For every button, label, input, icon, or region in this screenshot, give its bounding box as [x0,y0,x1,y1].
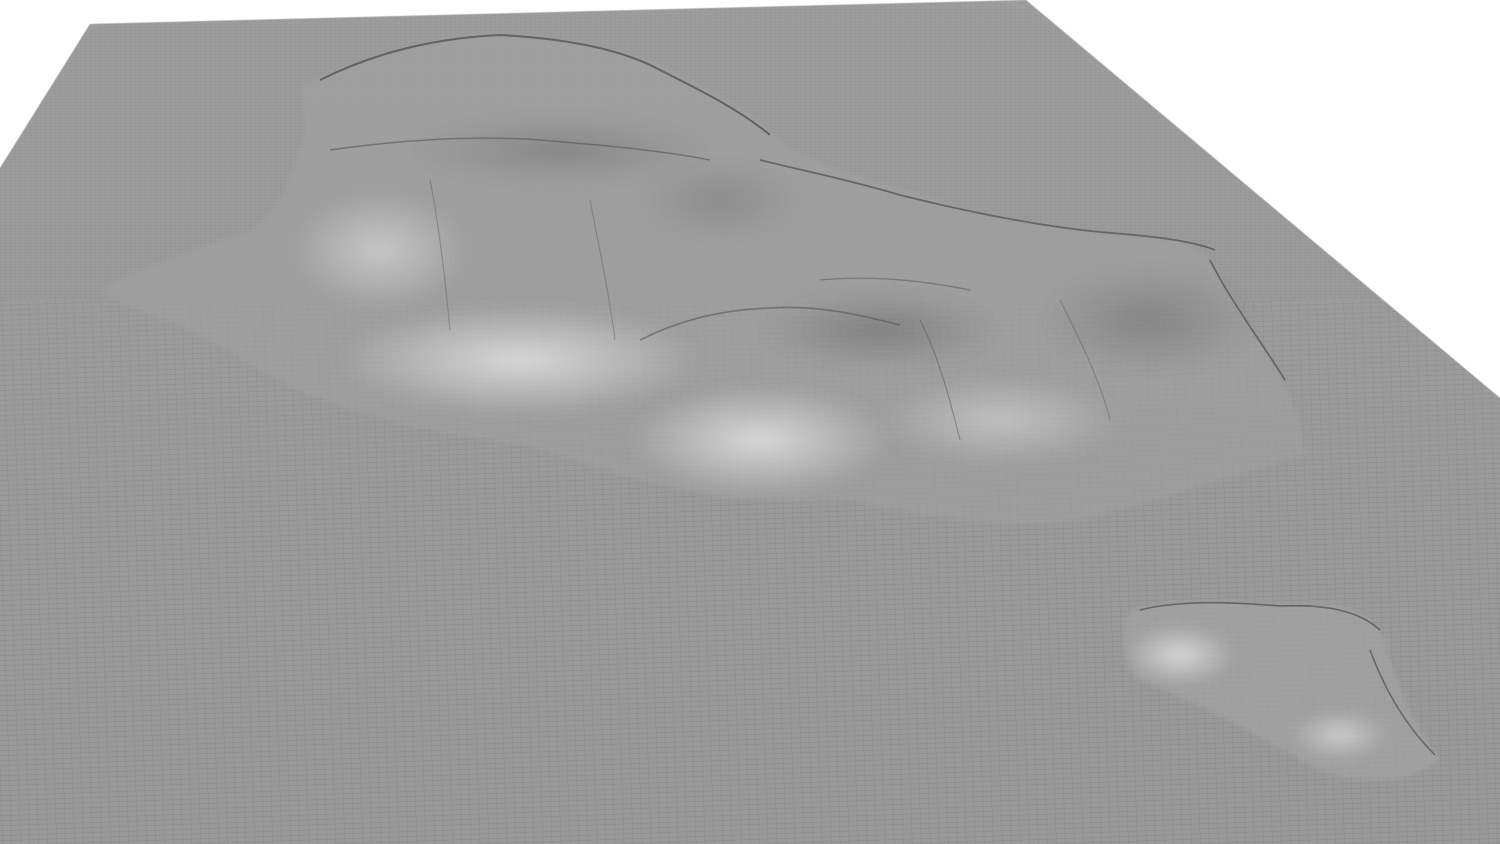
ground-plane [0,0,1500,844]
terrain-viewport[interactable] [0,0,1500,844]
terrain-wireframe-render [0,0,1500,844]
